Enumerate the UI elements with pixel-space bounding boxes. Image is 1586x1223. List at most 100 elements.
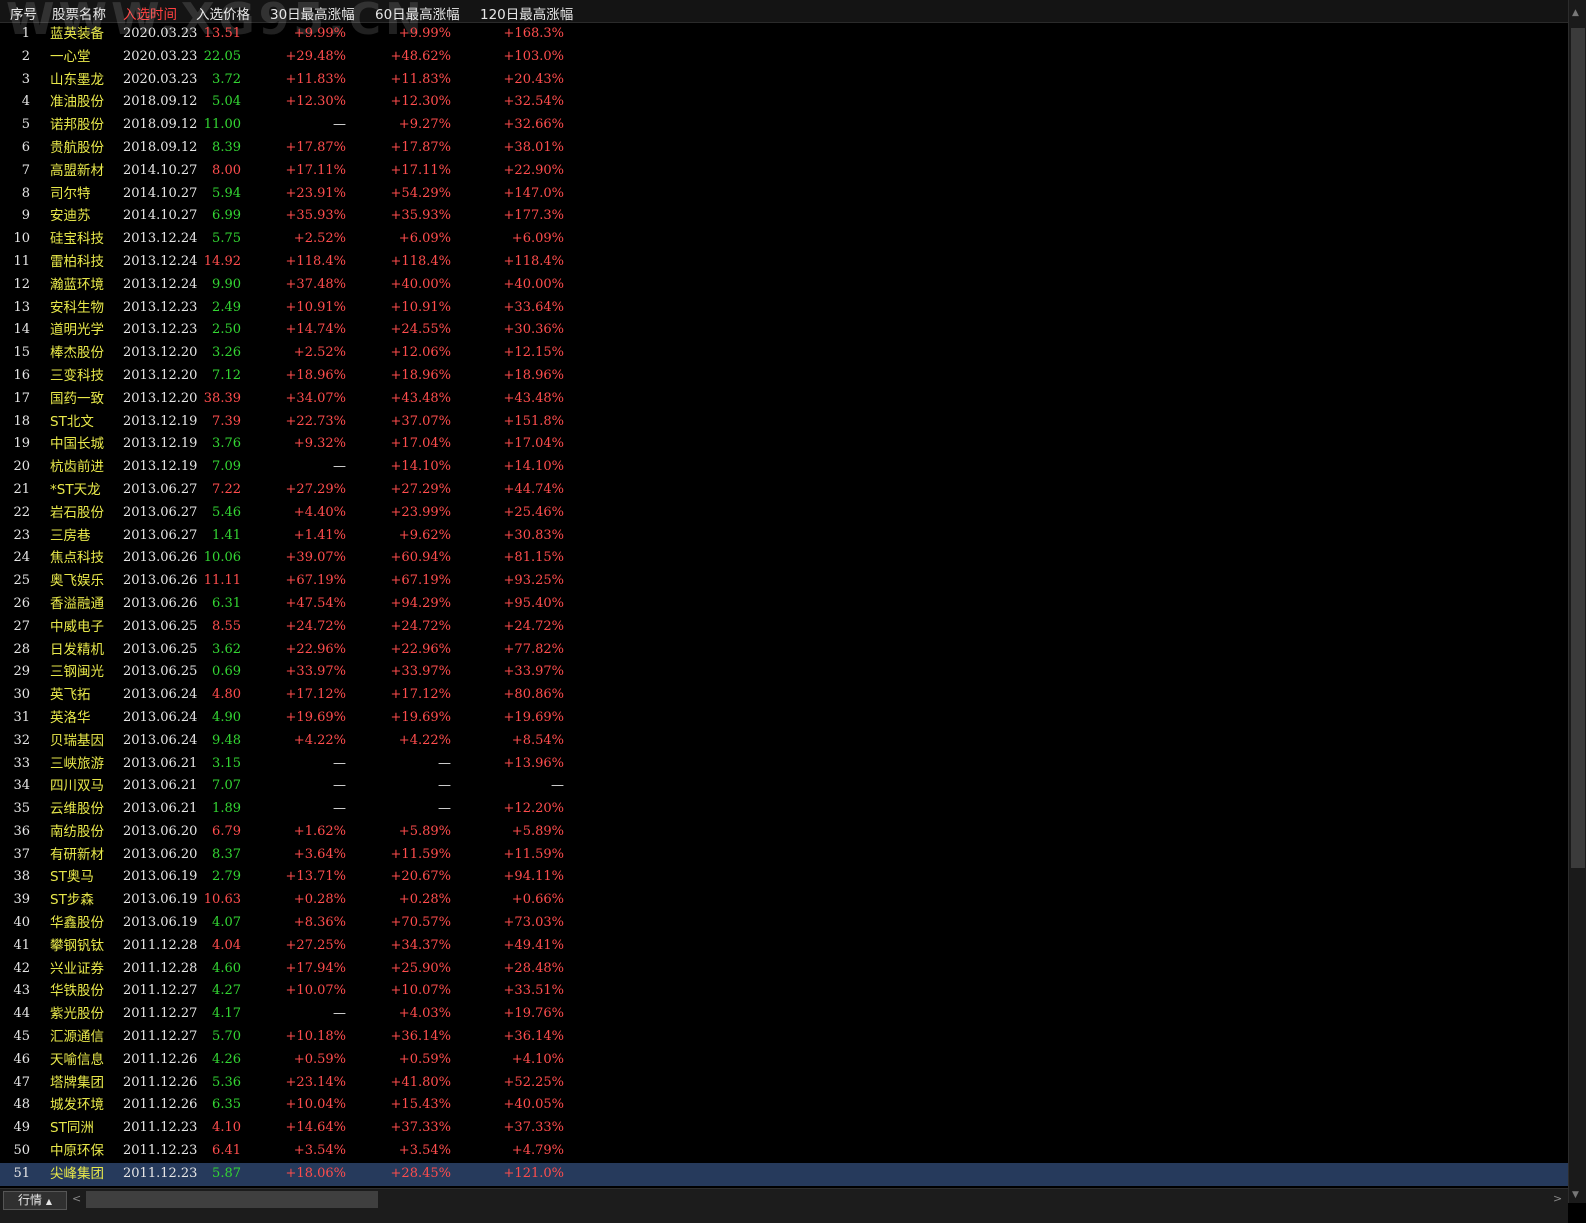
column-header-select-price[interactable]: 入选价格 — [196, 3, 250, 23]
table-row[interactable]: 37 有研新材 2013.06.20 8.37 +3.64% +11.59% +11.59% — [0, 844, 1568, 867]
table-row[interactable]: 50 中原环保 2011.12.23 6.41 +3.54% +3.54% +4.79% — [0, 1140, 1568, 1163]
table-row[interactable]: 49 ST同洲 2011.12.23 4.10 +14.64% +37.33% +37.33… — [0, 1117, 1568, 1140]
table-row[interactable]: 4 准油股份 2018.09.12 5.04 +12.30% +12.30% +32.54% — [0, 91, 1568, 114]
table-row[interactable]: 51 尖峰集团 2011.12.23 5.87 +18.06% +28.45% +121.0… — [0, 1162, 1568, 1186]
table-row[interactable]: 45 汇源通信 2011.12.27 5.70 +10.18% +36.14% +36.14… — [0, 1026, 1568, 1049]
table-row[interactable]: 29 三钢闽光 2013.06.25 0.69 +33.97% +33.97% +33.97… — [0, 661, 1568, 684]
table-row[interactable]: 36 南纺股份 2013.06.20 6.79 +1.62% +5.89% +5.89% — [0, 821, 1568, 844]
table-row[interactable]: 18 ST北文 2013.12.19 7.39 +22.73% +37.07% +151.8… — [0, 411, 1568, 434]
table-row[interactable]: 2 一心堂 2020.03.23 22.05 +29.48% +48.62% +103.0% — [0, 46, 1568, 69]
table-row[interactable]: 26 香溢融通 2013.06.26 6.31 +47.54% +94.29% +95.40… — [0, 593, 1568, 616]
cell-date: 2013.06.27 — [123, 504, 198, 520]
tab-market-quotes[interactable]: 行情 ▲ — [3, 1191, 67, 1210]
table-row[interactable]: 6 贵航股份 2018.09.12 8.39 +17.87% +17.87% +38.01% — [0, 137, 1568, 160]
table-row[interactable]: 23 三房巷 2013.06.27 1.41 +1.41% +9.62% +30.83% — [0, 525, 1568, 548]
table-row[interactable]: 46 天喻信息 2011.12.26 4.26 +0.59% +0.59% +4.10% — [0, 1049, 1568, 1072]
cell-price: 4.27 — [212, 983, 241, 999]
column-header-select-date[interactable]: 入选时间 — [123, 3, 177, 23]
table-row[interactable]: 47 塔牌集团 2011.12.26 5.36 +23.14% +41.80% +52.25… — [0, 1072, 1568, 1095]
vertical-scroll-thumb[interactable] — [1571, 28, 1585, 868]
cell-g30: +17.11% — [285, 162, 346, 178]
cell-name: 城发环境 — [50, 1097, 104, 1114]
table-row[interactable]: 30 英飞拓 2013.06.24 4.80 +17.12% +17.12% +80.86% — [0, 684, 1568, 707]
table-row[interactable]: 17 国药一致 2013.12.20 38.39 +34.07% +43.48% +43.4… — [0, 388, 1568, 411]
scroll-right-arrow-icon[interactable]: > — [1553, 1192, 1562, 1205]
column-header-stock-name[interactable]: 股票名称 — [52, 3, 106, 23]
table-row[interactable]: 5 诺邦股份 2018.09.12 11.00 — +9.27% +32.66% — [0, 114, 1568, 137]
cell-price: 3.76 — [212, 436, 241, 452]
cell-date: 2011.12.26 — [123, 1051, 198, 1067]
table-row[interactable]: 27 中威电子 2013.06.25 8.55 +24.72% +24.72% +24.72… — [0, 616, 1568, 639]
table-row[interactable]: 13 安科生物 2013.12.23 2.49 +10.91% +10.91% +33.64… — [0, 297, 1568, 320]
table-row[interactable]: 43 华铁股份 2011.12.27 4.27 +10.07% +10.07% +33.51… — [0, 980, 1568, 1003]
table-row[interactable]: 9 安迪苏 2014.10.27 6.99 +35.93% +35.93% +177.3% — [0, 205, 1568, 228]
cell-g30: +4.40% — [293, 504, 346, 520]
column-header-30d-gain[interactable]: 30日最高涨幅 — [270, 3, 355, 23]
cell-price: 3.26 — [212, 345, 241, 361]
table-row[interactable]: 16 三变科技 2013.12.20 7.12 +18.96% +18.96% +18.96… — [0, 365, 1568, 388]
scroll-up-arrow-icon[interactable]: ▲ — [1572, 8, 1579, 18]
cell-idx: 39 — [13, 892, 30, 908]
table-row[interactable]: 12 瀚蓝环境 2013.12.24 9.90 +37.48% +40.00% +40.00… — [0, 274, 1568, 297]
table-row[interactable]: 14 道明光学 2013.12.23 2.50 +14.74% +24.55% +30.36… — [0, 319, 1568, 342]
table-row[interactable]: 20 杭齿前进 2013.12.19 7.09 — +14.10% +14.10% — [0, 456, 1568, 479]
cell-g60: +9.99% — [398, 26, 451, 41]
cell-g30: +0.28% — [293, 892, 346, 908]
cell-g60: +4.22% — [398, 732, 451, 748]
table-row[interactable]: 40 华鑫股份 2013.06.19 4.07 +8.36% +70.57% +73.03% — [0, 912, 1568, 935]
cell-g120: +77.82% — [503, 641, 564, 657]
cell-price: 5.94 — [212, 185, 241, 201]
table-row[interactable]: 21 *ST天龙 2013.06.27 7.22 +27.29% +27.29% +44.7… — [0, 479, 1568, 502]
cell-price: 3.62 — [212, 641, 241, 657]
cell-name: 三钢闽光 — [50, 664, 104, 681]
cell-g30: +3.64% — [293, 846, 346, 862]
cell-g60: +94.29% — [390, 595, 451, 611]
cell-g60: +17.04% — [390, 436, 451, 452]
cell-g120: +19.76% — [503, 1006, 564, 1022]
cell-price: 5.87 — [212, 1165, 241, 1181]
table-row[interactable]: 44 紫光股份 2011.12.27 4.17 — +4.03% +19.76% — [0, 1003, 1568, 1026]
table-row[interactable]: 33 三峡旅游 2013.06.21 3.15 — — +13.96% — [0, 753, 1568, 776]
table-row[interactable]: 32 贝瑞基因 2013.06.24 9.48 +4.22% +4.22% +8.54% — [0, 730, 1568, 753]
table-row[interactable]: 22 岩石股份 2013.06.27 5.46 +4.40% +23.99% +25.46% — [0, 502, 1568, 525]
table-row[interactable]: 19 中国长城 2013.12.19 3.76 +9.32% +17.04% +17.04% — [0, 433, 1568, 456]
cell-date: 2013.06.24 — [123, 687, 198, 703]
table-row[interactable]: 24 焦点科技 2013.06.26 10.06 +39.07% +60.94% +81.1… — [0, 547, 1568, 570]
cell-date: 2013.06.25 — [123, 618, 198, 634]
column-header-index[interactable]: 序号 — [10, 3, 37, 23]
cell-idx: 5 — [21, 117, 30, 133]
column-header-60d-gain[interactable]: 60日最高涨幅 — [375, 3, 460, 23]
cell-g60: +54.29% — [390, 185, 451, 201]
cell-g30: +10.91% — [285, 299, 346, 315]
cell-name: 瀚蓝环境 — [50, 276, 104, 293]
table-row[interactable]: 28 日发精机 2013.06.25 3.62 +22.96% +22.96% +77.82… — [0, 639, 1568, 662]
table-row[interactable]: 48 城发环境 2011.12.26 6.35 +10.04% +15.43% +40.05… — [0, 1094, 1568, 1117]
table-row[interactable]: 31 英洛华 2013.06.24 4.90 +19.69% +19.69% +19.69% — [0, 707, 1568, 730]
table-row[interactable]: 3 山东墨龙 2020.03.23 3.72 +11.83% +11.83% +20.43% — [0, 69, 1568, 92]
cell-idx: 15 — [13, 345, 30, 361]
vertical-scrollbar[interactable]: ▲ ▼ — [1568, 0, 1586, 1203]
cell-idx: 4 — [21, 94, 30, 110]
table-row[interactable]: 34 四川双马 2013.06.21 7.07 — — — — [0, 775, 1568, 798]
cell-g60: +12.30% — [390, 94, 451, 110]
table-row[interactable]: 7 高盟新材 2014.10.27 8.00 +17.11% +17.11% +22.90% — [0, 160, 1568, 183]
table-row[interactable]: 25 奥飞娱乐 2013.06.26 11.11 +67.19% +67.19% +93.2… — [0, 570, 1568, 593]
cell-price: 8.37 — [212, 846, 241, 862]
table-row[interactable]: 11 雷柏科技 2013.12.24 14.92 +118.4% +118.4% +118.… — [0, 251, 1568, 274]
table-row[interactable]: 15 棒杰股份 2013.12.20 3.26 +2.52% +12.06% +12.15% — [0, 342, 1568, 365]
table-row[interactable]: 1 蓝英装备 2020.03.23 13.51 +9.99% +9.99% +168.3% — [0, 23, 1568, 46]
table-row[interactable]: 8 司尔特 2014.10.27 5.94 +23.91% +54.29% +147.0% — [0, 183, 1568, 206]
scroll-left-arrow-icon[interactable]: < — [72, 1192, 81, 1205]
table-row[interactable]: 38 ST奥马 2013.06.19 2.79 +13.71% +20.67% +94.11… — [0, 866, 1568, 889]
table-row[interactable]: 41 攀钢钒钛 2011.12.28 4.04 +27.25% +34.37% +49.41… — [0, 935, 1568, 958]
column-header-120d-gain[interactable]: 120日最高涨幅 — [480, 3, 573, 23]
table-row[interactable]: 10 硅宝科技 2013.12.24 5.75 +2.52% +6.09% +6.09% — [0, 228, 1568, 251]
cell-name: 诺邦股份 — [50, 117, 104, 134]
cell-idx: 29 — [13, 664, 30, 680]
table-row[interactable]: 42 兴业证券 2011.12.28 4.60 +17.94% +25.90% +28.48… — [0, 958, 1568, 981]
table-row[interactable]: 35 云维股份 2013.06.21 1.89 — — +12.20% — [0, 798, 1568, 821]
table-row[interactable]: 39 ST步森 2013.06.19 10.63 +0.28% +0.28% +0.66% — [0, 889, 1568, 912]
scroll-down-arrow-icon[interactable]: ▼ — [1572, 1190, 1579, 1200]
cell-g120: +13.96% — [503, 755, 564, 771]
horizontal-scroll-thumb[interactable] — [86, 1191, 378, 1208]
